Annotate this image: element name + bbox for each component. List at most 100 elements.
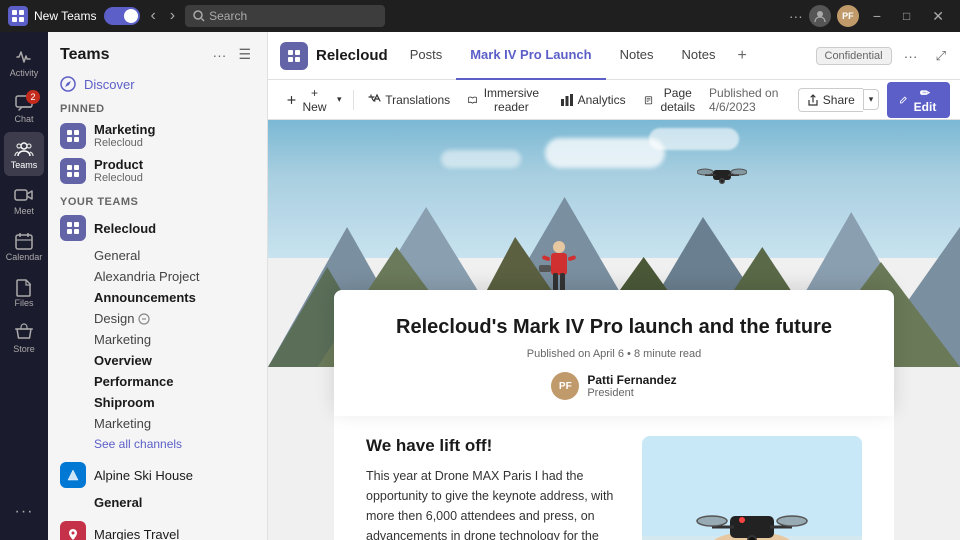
tab-add-button[interactable]: + — [730, 32, 755, 80]
tab-posts[interactable]: Posts — [396, 32, 457, 80]
immersive-reader-button[interactable]: Immersive reader — [460, 82, 549, 118]
sidebar-item-teams[interactable]: Teams — [4, 132, 44, 176]
channel-marketing-relecloud[interactable]: Marketing — [48, 329, 267, 350]
channel-marketing2[interactable]: Marketing — [48, 413, 267, 434]
maximize-button[interactable]: □ — [895, 7, 918, 25]
channel-shiproom[interactable]: Shiproom — [48, 392, 267, 413]
team-item-relecloud[interactable]: Relecloud — [48, 211, 267, 245]
author-avatar: PF — [551, 372, 579, 400]
sidebar-item-chat[interactable]: Chat 2 — [4, 86, 44, 130]
toolbar: + New ▾ Translations Immersive reader — [268, 80, 960, 120]
discover-item[interactable]: Discover — [48, 71, 267, 97]
teams-filter-button[interactable]: ☰ — [234, 44, 255, 65]
new-button-group: + New ▾ — [278, 82, 347, 118]
new-label: + New — [301, 86, 328, 114]
teams-panel: Teams ··· ☰ Discover Pinned — [48, 32, 268, 540]
sidebar-item-calendar[interactable]: Calendar — [4, 224, 44, 268]
channel-header: Relecloud Posts Mark IV Pro Launch Notes… — [268, 32, 960, 80]
team-icon-alpine — [60, 462, 86, 488]
edit-button[interactable]: ✏ Edit — [887, 82, 950, 118]
store-icon — [14, 323, 34, 343]
author-title: President — [587, 387, 676, 399]
search-placeholder: Search — [209, 9, 247, 23]
more-button[interactable]: ··· — [789, 8, 803, 24]
tab-notes-1[interactable]: Notes — [606, 32, 668, 80]
app-title: New Teams — [34, 9, 96, 23]
team-icon-relecloud — [60, 215, 86, 241]
sidebar-item-activity[interactable]: Activity — [4, 40, 44, 84]
article-image — [642, 436, 862, 540]
share-button-group: Share ▾ — [798, 88, 880, 112]
team-item-margies[interactable]: Margies Travel — [48, 517, 267, 540]
article-heading: We have lift off! — [366, 436, 622, 456]
tab-mark-iv[interactable]: Mark IV Pro Launch — [456, 32, 605, 80]
channel-name: Relecloud — [316, 47, 388, 64]
drone-figure — [697, 160, 747, 193]
share-chevron-button[interactable]: ▾ — [863, 89, 880, 110]
team-item-marketing[interactable]: Marketing Relecloud — [48, 118, 267, 153]
channel-team-icon — [280, 42, 308, 70]
translations-label: Translations — [385, 93, 450, 107]
plus-icon — [286, 93, 297, 107]
team-item-product[interactable]: Product Relecloud — [48, 153, 267, 188]
sidebar-item-files[interactable]: Files — [4, 270, 44, 314]
sidebar-item-store[interactable]: Store — [4, 316, 44, 360]
sidebar-label-store: Store — [13, 344, 35, 354]
channel-tabs: Posts Mark IV Pro Launch Notes Notes + — [396, 32, 755, 80]
sidebar-label-calendar: Calendar — [6, 252, 43, 262]
search-box[interactable]: Search — [185, 5, 385, 27]
channel-design[interactable]: Design — [48, 308, 267, 329]
channel-performance[interactable]: Performance — [48, 371, 267, 392]
channel-more-button[interactable]: ··· — [898, 44, 924, 68]
close-button[interactable]: ✕ — [924, 6, 952, 27]
search-icon — [193, 10, 205, 22]
discover-label: Discover — [84, 77, 135, 92]
nav-back-button[interactable]: ‹ — [146, 5, 159, 27]
page-details-button[interactable]: Page details — [636, 82, 707, 118]
sidebar-item-meet[interactable]: Meet — [4, 178, 44, 222]
article-paragraph-1: This year at Drone MAX Paris I had the o… — [366, 466, 622, 540]
article-body: We have lift off! This year at Drone MAX… — [334, 416, 894, 540]
edit-label: ✏ Edit — [912, 86, 938, 114]
see-all-channels[interactable]: See all channels — [48, 434, 267, 454]
team-icon-margies — [60, 521, 86, 540]
confidential-badge: Confidential — [816, 47, 892, 65]
sidebar-label-chat: Chat — [14, 114, 33, 124]
channel-expand-button[interactable]: ⤢ — [930, 44, 952, 68]
page-content: Relecloud's Mark IV Pro launch and the f… — [268, 120, 960, 540]
user-avatar-small[interactable] — [809, 5, 831, 27]
teams-toggle[interactable] — [104, 7, 140, 25]
edit-icon-small — [138, 313, 150, 325]
share-label: Share — [823, 93, 855, 107]
teams-more-button[interactable]: ··· — [208, 44, 230, 65]
translate-icon — [367, 93, 381, 107]
nav-forward-button[interactable]: › — [166, 5, 179, 27]
author-initials: PF — [559, 381, 572, 392]
channel-overview[interactable]: Overview — [48, 350, 267, 371]
analytics-button[interactable]: Analytics — [552, 89, 634, 111]
minimize-button[interactable]: − — [865, 6, 889, 26]
team-info-marketing: Marketing Relecloud — [94, 122, 155, 149]
content-area: Relecloud Posts Mark IV Pro Launch Notes… — [268, 32, 960, 540]
app-icon — [8, 6, 28, 26]
translations-button[interactable]: Translations — [359, 89, 458, 111]
activity-icon — [14, 47, 34, 67]
team-sub: Relecloud — [94, 172, 143, 184]
new-main-button[interactable]: + New — [278, 82, 332, 118]
channel-alexandria[interactable]: Alexandria Project — [48, 266, 267, 287]
channel-announcements[interactable]: Announcements — [48, 287, 267, 308]
team-item-alpine[interactable]: Alpine Ski House — [48, 458, 267, 492]
article-meta: Published on April 6 • 8 minute read — [366, 348, 862, 360]
tab-notes-2[interactable]: Notes — [668, 32, 730, 80]
share-icon — [807, 94, 819, 106]
page-details-label: Page details — [657, 86, 699, 114]
sidebar-item-more[interactable]: ··· — [4, 492, 44, 532]
analytics-label: Analytics — [578, 93, 626, 107]
channel-alpine-general[interactable]: General — [48, 492, 267, 513]
content-card: Relecloud's Mark IV Pro launch and the f… — [334, 290, 894, 416]
new-chevron-button[interactable]: ▾ — [332, 90, 347, 109]
share-main-button[interactable]: Share — [798, 88, 863, 112]
profile-avatar[interactable]: PF — [837, 5, 859, 27]
channel-general[interactable]: General — [48, 245, 267, 266]
analytics-icon — [560, 93, 574, 107]
